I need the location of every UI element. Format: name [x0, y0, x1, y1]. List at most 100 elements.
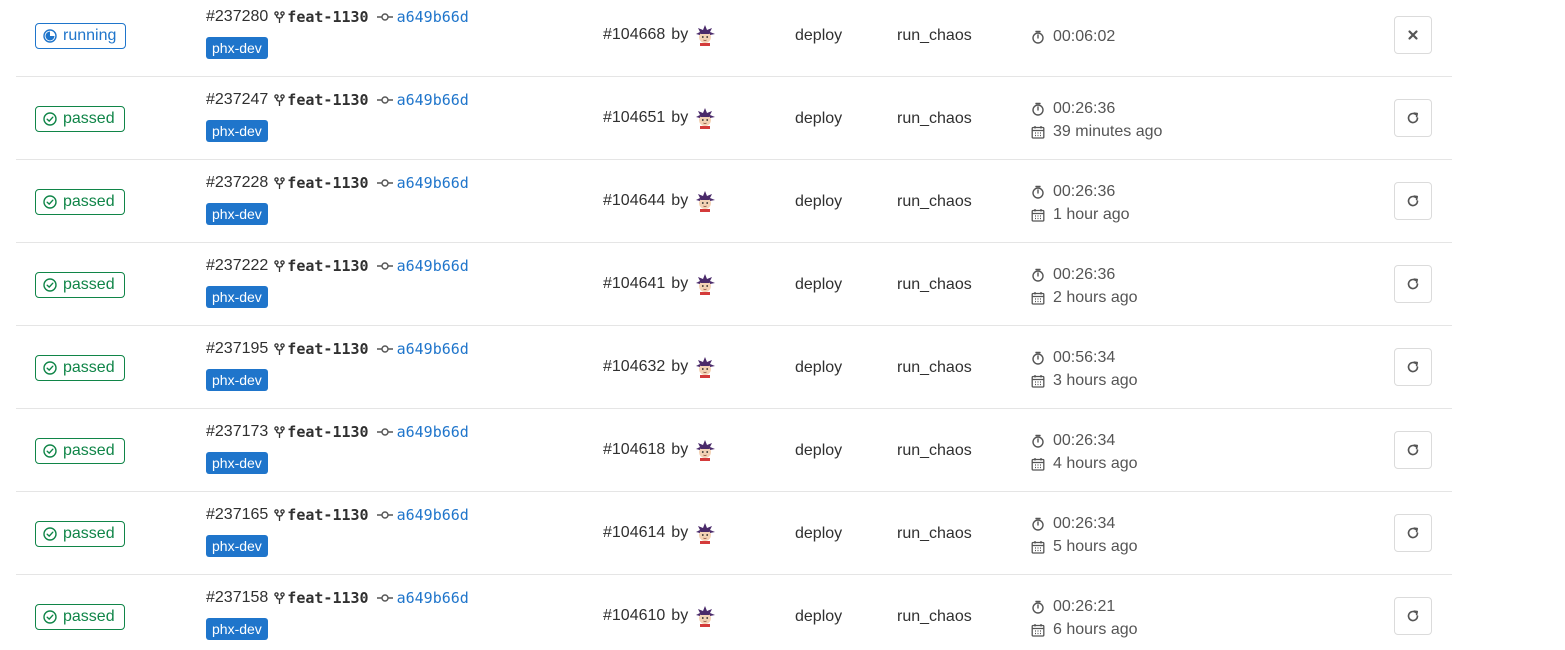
- environment-label[interactable]: phx-dev: [206, 120, 268, 142]
- avatar[interactable]: [694, 107, 716, 129]
- pipeline-link[interactable]: #104618: [603, 441, 665, 459]
- by-label: by: [671, 26, 689, 43]
- environment-label[interactable]: phx-dev: [206, 452, 268, 474]
- job-name[interactable]: run_chaos: [897, 27, 972, 45]
- timer-icon: [1031, 517, 1045, 531]
- stage-name: deploy: [795, 442, 843, 459]
- environment-label[interactable]: phx-dev: [206, 37, 268, 59]
- commit-icon: [376, 344, 393, 354]
- job-id-link[interactable]: #237280: [206, 8, 268, 26]
- job-row: passed #237247 feat-1130 a649b66d phx-dev #10…: [16, 77, 1452, 160]
- status-badge[interactable]: passed: [35, 521, 125, 547]
- avatar[interactable]: [694, 522, 716, 544]
- job-row: running #237280 feat-1130 a649b66d phx-dev #1…: [16, 0, 1452, 77]
- retry-button[interactable]: [1394, 265, 1432, 303]
- branch-name[interactable]: feat-1130: [287, 340, 368, 358]
- job-name[interactable]: run_chaos: [897, 359, 972, 377]
- retry-button[interactable]: [1394, 182, 1432, 220]
- pipeline-link[interactable]: #104668: [603, 26, 665, 44]
- commit-sha-link[interactable]: a649b66d: [397, 174, 469, 192]
- timer-icon: [1031, 102, 1045, 116]
- avatar[interactable]: [694, 605, 716, 627]
- job-id-link[interactable]: #237228: [206, 174, 268, 192]
- job-info: #237228 feat-1130 a649b66d: [206, 174, 469, 192]
- environment-label[interactable]: phx-dev: [206, 618, 268, 640]
- status-badge[interactable]: passed: [35, 438, 125, 464]
- job-timing: 00:06:02: [1031, 25, 1115, 48]
- commit-sha-link[interactable]: a649b66d: [397, 423, 469, 441]
- retry-button[interactable]: [1394, 514, 1432, 552]
- status-success-icon: [43, 527, 57, 541]
- job-id-link[interactable]: #237165: [206, 506, 268, 524]
- job-name[interactable]: run_chaos: [897, 442, 972, 460]
- status-badge[interactable]: running: [35, 23, 127, 49]
- avatar[interactable]: [694, 273, 716, 295]
- finished-at: 6 hours ago: [1031, 618, 1138, 641]
- pipeline-link[interactable]: #104610: [603, 607, 665, 625]
- timer-icon: [1031, 434, 1045, 448]
- branch-name[interactable]: feat-1130: [287, 257, 368, 275]
- pipeline-info: #104610 by: [603, 605, 716, 627]
- commit-icon: [376, 95, 393, 105]
- environment-label[interactable]: phx-dev: [206, 286, 268, 308]
- timer-icon: [1031, 185, 1045, 199]
- avatar[interactable]: [694, 356, 716, 378]
- commit-sha-link[interactable]: a649b66d: [397, 340, 469, 358]
- branch-icon: [274, 93, 286, 107]
- commit-icon: [376, 510, 393, 520]
- job-name[interactable]: run_chaos: [897, 110, 972, 128]
- retry-button[interactable]: [1394, 348, 1432, 386]
- finished-at-value: 4 hours ago: [1053, 454, 1138, 472]
- stage-name: deploy: [795, 608, 843, 625]
- avatar[interactable]: [694, 439, 716, 461]
- status-badge[interactable]: passed: [35, 355, 125, 381]
- job-row: passed #237222 feat-1130 a649b66d phx-dev #10…: [16, 243, 1452, 326]
- job-id-link[interactable]: #237158: [206, 589, 268, 607]
- status-badge[interactable]: passed: [35, 189, 125, 215]
- by-label: by: [671, 441, 689, 458]
- branch-name[interactable]: feat-1130: [287, 506, 368, 524]
- pipeline-link[interactable]: #104644: [603, 192, 665, 210]
- branch-name[interactable]: feat-1130: [287, 423, 368, 441]
- status-label: passed: [63, 442, 115, 459]
- pipeline-link[interactable]: #104632: [603, 358, 665, 376]
- status-badge[interactable]: passed: [35, 604, 125, 630]
- commit-sha-link[interactable]: a649b66d: [397, 91, 469, 109]
- retry-button[interactable]: [1394, 597, 1432, 635]
- job-name[interactable]: run_chaos: [897, 525, 972, 543]
- commit-sha-link[interactable]: a649b66d: [397, 589, 469, 607]
- cancel-button[interactable]: [1394, 16, 1432, 54]
- job-id-link[interactable]: #237173: [206, 423, 268, 441]
- status-badge[interactable]: passed: [35, 106, 125, 132]
- retry-icon: [1406, 443, 1420, 457]
- job-id-link[interactable]: #237247: [206, 91, 268, 109]
- branch-name[interactable]: feat-1130: [287, 91, 368, 109]
- pipeline-link[interactable]: #104641: [603, 275, 665, 293]
- job-id-link[interactable]: #237195: [206, 340, 268, 358]
- environment-label[interactable]: phx-dev: [206, 535, 268, 557]
- avatar[interactable]: [694, 190, 716, 212]
- job-name[interactable]: run_chaos: [897, 193, 972, 211]
- environment-label[interactable]: phx-dev: [206, 203, 268, 225]
- duration-value: 00:26:34: [1053, 514, 1116, 532]
- job-name[interactable]: run_chaos: [897, 608, 972, 626]
- environment-label[interactable]: phx-dev: [206, 369, 268, 391]
- duration-value: 00:26:34: [1053, 431, 1116, 449]
- pipeline-link[interactable]: #104614: [603, 524, 665, 542]
- branch-name[interactable]: feat-1130: [287, 174, 368, 192]
- status-badge[interactable]: passed: [35, 272, 125, 298]
- pipeline-link[interactable]: #104651: [603, 109, 665, 127]
- branch-name[interactable]: feat-1130: [287, 8, 368, 26]
- commit-sha-link[interactable]: a649b66d: [397, 8, 469, 26]
- job-timing: 00:26:34 4 hours ago: [1031, 429, 1138, 475]
- job-name[interactable]: run_chaos: [897, 276, 972, 294]
- avatar[interactable]: [694, 24, 716, 46]
- duration-value: 00:26:21: [1053, 597, 1116, 615]
- retry-button[interactable]: [1394, 99, 1432, 137]
- branch-name[interactable]: feat-1130: [287, 589, 368, 607]
- job-id-link[interactable]: #237222: [206, 257, 268, 275]
- retry-button[interactable]: [1394, 431, 1432, 469]
- commit-sha-link[interactable]: a649b66d: [397, 506, 469, 524]
- commit-sha-link[interactable]: a649b66d: [397, 257, 469, 275]
- status-success-icon: [43, 610, 57, 624]
